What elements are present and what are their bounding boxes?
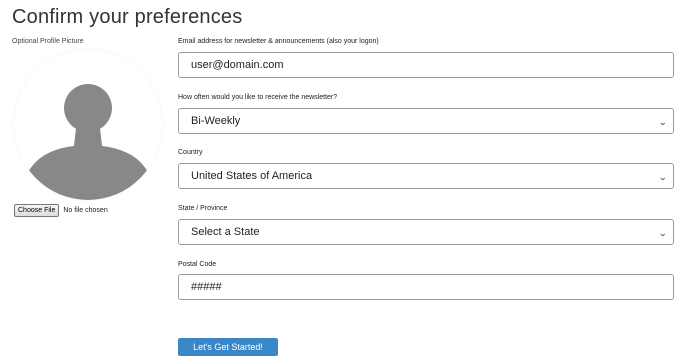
person-silhouette-icon xyxy=(22,84,154,200)
page-title: Confirm your preferences xyxy=(12,6,243,28)
postal-code-field[interactable]: ##### xyxy=(178,274,674,300)
profile-picture-section: Optional Profile Picture Choose File No … xyxy=(8,38,168,217)
state-value: Select a State xyxy=(191,226,260,238)
profile-picture-label: Optional Profile Picture xyxy=(12,38,84,45)
chevron-down-icon: ⌄ xyxy=(658,228,668,238)
chevron-down-icon: ⌄ xyxy=(658,172,668,182)
frequency-label: How often would you like to receive the … xyxy=(178,94,338,101)
avatar xyxy=(14,50,162,200)
frequency-select[interactable]: Bi-Weekly ⌄ xyxy=(178,108,674,134)
submit-button[interactable]: Let's Get Started! xyxy=(178,338,278,356)
chevron-down-icon: ⌄ xyxy=(658,117,668,127)
state-label: State / Province xyxy=(178,205,228,212)
email-field[interactable]: user@domain.com xyxy=(178,52,674,78)
country-label: Country xyxy=(178,149,203,156)
postal-code-value: ##### xyxy=(191,281,222,293)
frequency-value: Bi-Weekly xyxy=(191,115,241,127)
email-label: Email address for newsletter & announcem… xyxy=(178,38,379,45)
file-status-text: No file chosen xyxy=(63,207,108,214)
postal-code-label: Postal Code xyxy=(178,261,217,268)
email-value: user@domain.com xyxy=(191,59,284,71)
state-select[interactable]: Select a State ⌄ xyxy=(178,219,674,245)
country-value: United States of America xyxy=(191,170,313,182)
country-select[interactable]: United States of America ⌄ xyxy=(178,163,674,189)
file-upload: Choose File No file chosen xyxy=(14,204,108,217)
choose-file-button[interactable]: Choose File xyxy=(14,204,60,217)
